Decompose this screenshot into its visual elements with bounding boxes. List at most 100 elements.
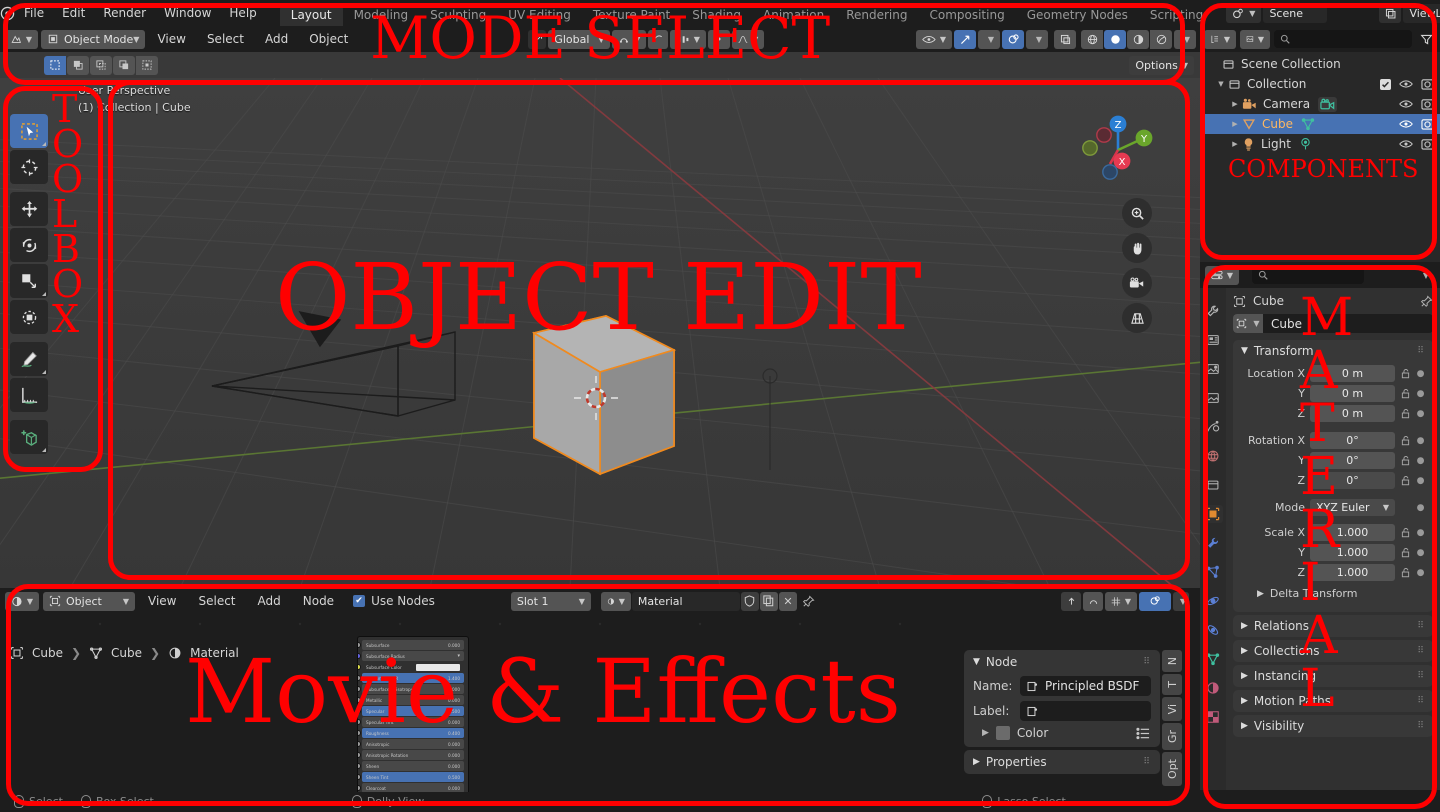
transform-pivot-icon[interactable] — [528, 29, 547, 49]
bsdf-row-subsurface-ior[interactable]: Subsurface IOR 1.400 — [362, 673, 464, 683]
collections-panel[interactable]: ▶ Collections ⠿ — [1233, 640, 1433, 662]
bsdf-row-anisotropic-rotation[interactable]: Anisotropic Rotation 0.000 — [362, 750, 464, 760]
rotation-z-field[interactable]: 0° — [1310, 472, 1395, 489]
tab-geometry-nodes[interactable]: Geometry Nodes — [1016, 5, 1139, 26]
camera-render-icon[interactable] — [1421, 78, 1434, 90]
bsdf-row-specular-tint[interactable]: Specular Tint 0.000 — [362, 717, 464, 727]
shader-canvas[interactable]: Cube ❯ Cube ❯ Material Subsurface 0.000 … — [0, 614, 1200, 792]
node-tab-item[interactable]: N — [1162, 650, 1182, 673]
node-snap-grid-button[interactable]: ▼ — [1105, 591, 1137, 611]
outliner-search-input[interactable] — [1274, 30, 1412, 48]
properties-tab-data[interactable] — [1203, 650, 1223, 668]
properties-tab-world[interactable] — [1203, 447, 1223, 465]
menu-file[interactable]: File — [15, 2, 53, 24]
blender-logo-icon[interactable] — [0, 6, 15, 21]
bsdf-row-specular[interactable]: Specular 0.500 — [362, 706, 464, 716]
camera-render-icon[interactable] — [1421, 98, 1434, 110]
menu-edit[interactable]: Edit — [53, 2, 94, 24]
node-name-field[interactable]: Principled BSDF — [1020, 676, 1151, 696]
lock-icon[interactable] — [1400, 455, 1411, 466]
animate-dot-icon[interactable]: ● — [1416, 503, 1425, 513]
bsdf-row-roughness[interactable]: Roughness 0.400 — [362, 728, 464, 738]
tab-rendering[interactable]: Rendering — [835, 5, 918, 26]
tab-layout[interactable]: Layout — [279, 5, 343, 26]
properties-tab-render[interactable] — [1203, 331, 1223, 349]
outliner-row-scene-collection[interactable]: Scene Collection — [1200, 54, 1440, 74]
tool-add-cube[interactable] — [10, 420, 48, 454]
location-x-field[interactable]: 0 m — [1310, 365, 1395, 382]
delta-transform-subpanel[interactable]: ▶ Delta Transform — [1241, 583, 1425, 604]
lock-icon[interactable] — [1400, 408, 1411, 419]
viewlayer-browse-icon[interactable] — [1379, 3, 1402, 23]
drag-handle-icon[interactable]: ⠿ — [1417, 696, 1425, 706]
gizmo-options-chevron[interactable]: ▼ — [978, 29, 1000, 49]
camera-render-icon[interactable] — [1421, 138, 1434, 150]
rotation-x-field[interactable]: 0° — [1310, 432, 1395, 449]
socket-subsurface-anisotropy[interactable] — [358, 686, 361, 692]
outliner-row-light[interactable]: ▶ Light — [1200, 134, 1440, 154]
lock-icon[interactable] — [1400, 567, 1411, 578]
node-overlay-chevron[interactable]: ▼ — [1173, 591, 1189, 611]
disclosure-triangle-icon[interactable]: ▶ — [1228, 100, 1242, 108]
properties-tab-material[interactable] — [1203, 679, 1223, 697]
visibility-selectability-button[interactable]: ▼ — [916, 29, 952, 49]
socket-metallic[interactable] — [358, 697, 361, 703]
navigation-gizmo[interactable]: Z Y X — [1080, 112, 1156, 188]
principled-bsdf-node[interactable]: Subsurface 0.000 Subsurface Radius ▾ Sub… — [357, 636, 469, 792]
eye-icon[interactable] — [1399, 99, 1413, 109]
object-browse-icon[interactable]: ▼ — [1233, 314, 1263, 333]
use-nodes-checkbox[interactable]: ✔ Use Nodes — [353, 594, 435, 608]
select-set-button[interactable] — [44, 55, 66, 75]
properties-tab-output[interactable] — [1203, 360, 1223, 378]
properties-tab-constraint[interactable] — [1203, 621, 1223, 639]
lock-icon[interactable] — [1400, 527, 1411, 538]
node-tab-options[interactable]: Opt — [1162, 752, 1182, 787]
properties-tab-texture[interactable] — [1203, 708, 1223, 726]
drag-handle-icon[interactable]: ⠿ — [1417, 346, 1425, 356]
tab-shading[interactable]: Shading — [681, 5, 752, 26]
location-y-field[interactable]: 0 m — [1310, 385, 1395, 402]
bsdf-row-subsurface[interactable]: Subsurface 0.000 — [362, 640, 464, 650]
properties-options-chevron[interactable]: ▼ — [1413, 266, 1435, 285]
viewport-canvas[interactable]: User Perspective (1) Collection | Cube Z… — [0, 78, 1200, 588]
color-swatch[interactable] — [995, 726, 1010, 740]
animate-dot-icon[interactable]: ● — [1416, 436, 1425, 446]
snap-magnet-button[interactable]: ▼ — [612, 29, 647, 49]
checkbox-icon[interactable] — [1380, 78, 1391, 90]
breadcrumb-object-label[interactable]: Cube — [32, 646, 63, 660]
transform-panel-header[interactable]: ▼ Transform ⠿ — [1233, 340, 1433, 362]
motion-paths-panel[interactable]: ▶ Motion Paths ⠿ — [1233, 690, 1433, 712]
socket-roughness[interactable] — [358, 730, 361, 736]
properties-tab-particles[interactable] — [1203, 563, 1223, 581]
light-data-icon[interactable] — [1299, 137, 1312, 151]
lock-icon[interactable] — [1400, 547, 1411, 558]
lock-icon[interactable] — [1400, 435, 1411, 446]
socket-subsurface-color[interactable] — [358, 664, 361, 670]
color-swatch[interactable] — [416, 663, 460, 671]
properties-tab-scene[interactable] — [1203, 418, 1223, 436]
snap-node-icon[interactable] — [1061, 591, 1081, 611]
shading-options-chevron[interactable]: ▼ — [1174, 29, 1196, 49]
orthographic-toggle-icon[interactable] — [1122, 303, 1152, 333]
tab-texture-paint[interactable]: Texture Paint — [582, 5, 681, 26]
unlink-material-icon[interactable] — [778, 591, 797, 611]
animate-dot-icon[interactable]: ● — [1416, 389, 1425, 399]
outliner-row-collection[interactable]: ▼ Collection — [1200, 74, 1440, 94]
node-overlays-button[interactable] — [1139, 591, 1171, 611]
node-label-field[interactable] — [1020, 701, 1151, 721]
drag-handle-icon[interactable]: ⠿ — [1143, 657, 1151, 667]
animate-dot-icon[interactable]: ● — [1416, 548, 1425, 558]
editor-type-button[interactable]: ▼ — [4, 29, 38, 49]
disclosure-triangle-icon[interactable]: ▶ — [1228, 120, 1242, 128]
tool-measure[interactable] — [10, 378, 48, 412]
viewport-menu-add[interactable]: Add — [256, 28, 297, 50]
disclosure-triangle-icon[interactable]: ▶ — [1228, 140, 1242, 148]
drag-handle-icon[interactable]: ⠿ — [1417, 721, 1425, 731]
tool-scale[interactable] — [10, 264, 48, 298]
select-intersect-button[interactable] — [136, 55, 158, 75]
fake-user-shield-icon[interactable] — [740, 591, 759, 611]
camera-render-icon[interactable] — [1421, 118, 1434, 130]
show-overlays-button[interactable] — [1002, 29, 1024, 49]
socket-subsurface[interactable] — [358, 642, 361, 648]
shader-menu-node[interactable]: Node — [294, 590, 343, 612]
